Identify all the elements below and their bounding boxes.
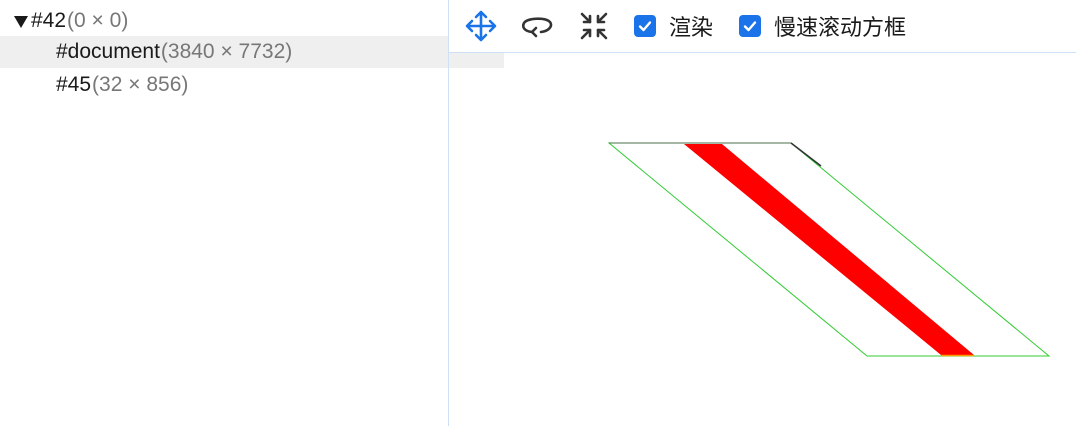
layer-tree-item[interactable]: #document (3840 × 7732) [0, 36, 504, 68]
slow-scroll-checkbox-label: 慢速滚动方框 [774, 15, 907, 40]
disclosure-triangle-icon[interactable] [14, 15, 28, 28]
reset-view-button[interactable] [576, 9, 612, 43]
layers-3d-view: 渲染 慢速滚动方框 [449, 0, 1076, 426]
rotate-mode-button[interactable] [519, 9, 555, 43]
layer-tree: #42 (0 × 0) #document (3840 × 7732) #45 … [0, 0, 504, 426]
layer-size: (32 × 856) [92, 73, 189, 96]
layers-scene[interactable] [449, 53, 1076, 426]
pan-mode-button[interactable] [463, 9, 499, 43]
paint-checkbox[interactable] [634, 15, 656, 37]
layers-canvas[interactable] [449, 53, 1076, 426]
checkmark-icon [638, 21, 652, 32]
layer-size: (0 × 0) [67, 9, 129, 32]
layer-name: #45 [56, 73, 92, 96]
rotate-icon [521, 17, 553, 38]
layers-panel: #42 (0 × 0) #document (3840 × 7732) #45 … [0, 0, 1076, 426]
slow-scroll-checkbox[interactable] [739, 15, 761, 37]
paint-checkbox-item[interactable]: 渲染 [634, 12, 713, 40]
viewer-toolbar: 渲染 慢速滚动方框 [449, 0, 1076, 53]
slow-scroll-checkbox-item[interactable]: 慢速滚动方框 [739, 12, 906, 40]
layer-tree-item[interactable]: #45 (32 × 856) [0, 69, 504, 101]
move-icon [465, 10, 497, 42]
layer-name: #42 [31, 9, 67, 32]
paint-checkbox-label: 渲染 [669, 15, 714, 40]
checkmark-icon [743, 21, 757, 32]
reset-view-icon [580, 12, 608, 40]
layer-size: (3840 × 7732) [160, 40, 293, 63]
layer-tree-item[interactable]: #42 (0 × 0) [0, 5, 462, 37]
layer-name: #document [56, 40, 160, 63]
